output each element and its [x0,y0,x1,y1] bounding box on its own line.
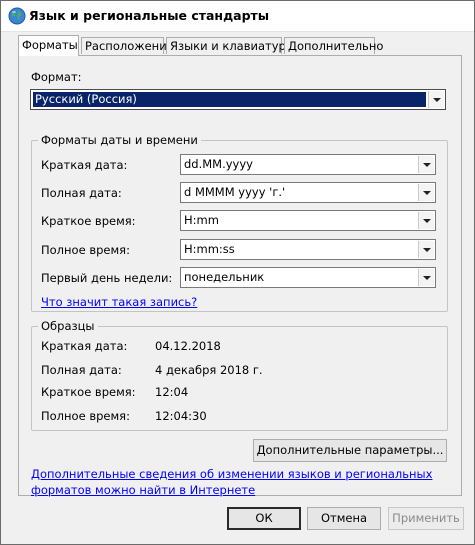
long-time-select[interactable]: H:mm:ss [180,239,436,260]
sample-long-time-label: Полное время: [41,409,130,423]
dialog-window: Язык и региональные стандарты Форматы Ра… [0,0,475,545]
cancel-button[interactable]: Отмена [307,507,381,530]
sample-short-date-label: Краткая дата: [41,339,128,353]
formats-panel: Формат: Русский (Россия) Форматы даты и … [18,55,462,497]
ok-button[interactable]: ОК [227,507,301,530]
datetime-formats-group: Форматы даты и времени Краткая дата: dd.… [31,133,448,312]
chevron-down-icon[interactable] [418,241,434,258]
sample-long-date-label: Полная дата: [41,363,122,377]
samples-group-title: Образцы [38,319,98,333]
long-time-value: H:mm:ss [184,242,235,256]
window-title: Язык и региональные стандарты [29,8,270,23]
tab-formats[interactable]: Форматы [18,35,79,56]
short-date-label: Краткая дата: [41,158,128,172]
sample-short-date-value: 04.12.2018 [155,339,221,353]
globe-icon [8,7,26,25]
info-link-line1[interactable]: Дополнительные сведения об изменении язы… [31,467,432,481]
first-day-select[interactable]: понедельник [180,267,436,288]
short-time-label: Краткое время: [41,214,136,228]
short-time-select[interactable]: H:mm [180,210,436,231]
sample-short-time-label: Краткое время: [41,385,136,399]
chevron-down-icon[interactable] [418,156,434,173]
notation-help-link[interactable]: Что значит такая запись? [41,295,197,309]
first-day-value: понедельник [184,270,265,284]
long-date-value: d MMMM yyyy 'г.' [184,185,286,199]
tab-keyboards[interactable]: Языки и клавиатуры [166,37,295,54]
short-date-value: dd.MM.yyyy [184,157,253,171]
format-select[interactable]: Русский (Россия) [30,89,446,110]
advanced-settings-button[interactable]: Дополнительные параметры... [253,439,447,462]
short-date-select[interactable]: dd.MM.yyyy [180,154,436,175]
long-date-label: Полная дата: [41,186,122,200]
chevron-down-icon[interactable] [428,91,444,108]
first-day-label: Первый день недели: [41,271,173,285]
title-bar[interactable]: Язык и региональные стандарты [1,1,474,32]
chevron-down-icon[interactable] [418,184,434,201]
long-date-select[interactable]: d MMMM yyyy 'г.' [180,182,436,203]
long-time-label: Полное время: [41,243,130,257]
info-link-line2[interactable]: форматов можно найти в Интернете [31,483,255,497]
datetime-group-title: Форматы даты и времени [38,133,201,147]
short-time-value: H:mm [184,213,219,227]
tab-administrative[interactable]: Дополнительно [284,37,383,54]
sample-short-time-value: 12:04 [155,385,189,399]
format-value: Русский (Россия) [33,92,426,107]
chevron-down-icon[interactable] [418,269,434,286]
samples-group: Образцы Краткая дата: 04.12.2018 Полная … [31,319,448,431]
format-label: Формат: [31,70,82,84]
chevron-down-icon[interactable] [418,212,434,229]
apply-button[interactable]: Применить [388,507,464,530]
sample-long-time-value: 12:04:30 [155,409,207,423]
sample-long-date-value: 4 декабря 2018 г. [155,363,263,377]
tab-location[interactable]: Расположение [81,37,174,54]
